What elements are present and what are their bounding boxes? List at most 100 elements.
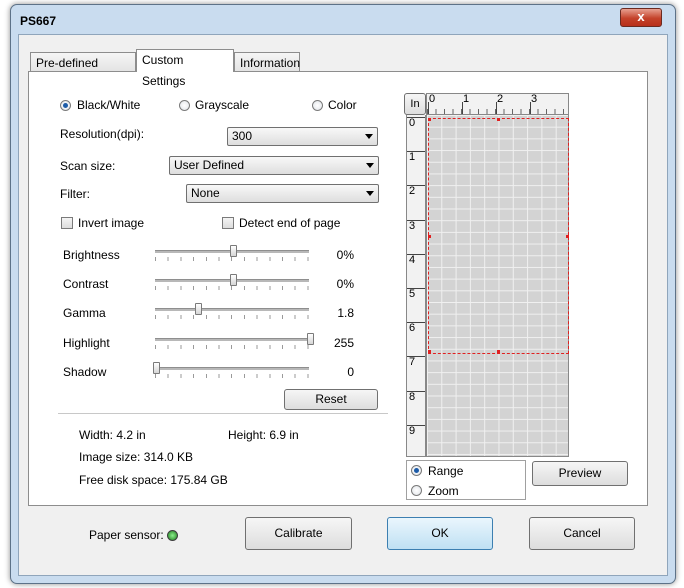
resolution-select[interactable]: 300 [227,127,378,146]
paper-sensor-label: Paper sensor: [89,528,164,542]
reset-button[interactable]: Reset [284,389,378,410]
ruler-h-minor-ticks [427,109,568,114]
brightness-slider-ticks [155,257,310,261]
shadow-slider-ticks [155,374,310,378]
ruler-v-major-tick [407,117,425,118]
ruler-v-label: 1 [409,151,416,164]
radio-color-label: Color [328,98,357,112]
gamma-value: 1.8 [337,306,354,320]
ruler-v-major-tick [407,219,425,221]
ruler-v-label: 8 [409,390,416,403]
ruler-v-label: 4 [409,253,416,266]
shadow-slider-thumb[interactable] [153,362,160,374]
brightness-slider-thumb[interactable] [230,245,237,257]
chevron-down-icon [365,134,373,139]
width-info: Width: 4.2 in [79,428,146,442]
radio-zoom[interactable] [411,485,422,496]
ok-button[interactable]: OK [387,517,493,550]
chevron-down-icon [366,163,374,168]
paper-sensor-indicator [167,530,178,541]
invert-image-label: Invert image [78,216,145,230]
calibrate-button-label: Calibrate [274,526,323,540]
scan-area-selection[interactable] [428,118,569,354]
shadow-slider-track[interactable] [155,367,309,370]
ruler-v-label: 0 [409,117,416,129]
contrast-label: Contrast [63,277,109,291]
separator [58,413,388,415]
selection-handle[interactable] [497,350,500,353]
ruler-h-label: 0 [429,93,436,105]
gamma-slider-ticks [155,315,310,319]
gamma-slider-track[interactable] [155,308,309,311]
resolution-value: 300 [232,129,253,143]
ruler-v-major-tick [407,253,425,255]
ruler-v-label: 5 [409,288,416,300]
detect-end-of-page-label: Detect end of page [239,216,341,230]
contrast-slider-ticks [155,286,310,290]
ruler-v-major-tick [407,322,425,324]
invert-image-checkbox[interactable] [61,217,73,229]
detect-end-of-page-checkbox[interactable] [222,217,234,229]
ruler-v-major-tick [407,185,425,187]
shadow-value: 0 [347,365,354,379]
radio-color[interactable] [312,100,323,111]
selection-handle[interactable] [497,118,500,121]
radio-range[interactable] [411,465,422,476]
ruler-v-label: 6 [409,322,416,335]
selection-handle[interactable] [428,350,431,353]
ruler-v-label: 7 [409,356,416,369]
unit-button[interactable]: In [404,93,426,115]
scan-size-label: Scan size: [60,159,116,173]
filter-select[interactable]: None [186,184,379,203]
selection-handle[interactable] [566,235,569,238]
free-disk-space-info: Free disk space: 175.84 GB [79,473,228,487]
reset-button-label: Reset [315,392,347,406]
calibrate-button[interactable]: Calibrate [245,517,352,550]
ruler-v-label: 2 [409,185,416,198]
gamma-label: Gamma [63,306,106,320]
preview-button[interactable]: Preview [532,461,628,486]
scan-size-value: User Defined [174,158,245,172]
brightness-label: Brightness [63,248,120,262]
ruler-v-major-tick [407,151,425,153]
radio-grayscale[interactable] [179,100,190,111]
highlight-slider-track[interactable] [155,338,309,341]
highlight-value: 255 [333,336,354,350]
radio-zoom-label: Zoom [428,484,459,498]
ruler-h-label: 3 [531,93,538,105]
mode-group [406,460,526,500]
unit-button-label: In [410,98,420,110]
vertical-ruler [406,115,426,457]
shadow-label: Shadow [63,365,107,379]
cancel-button-label: Cancel [563,526,601,540]
contrast-slider-thumb[interactable] [230,274,237,286]
cancel-button[interactable]: Cancel [529,517,635,550]
selection-handle[interactable] [428,235,431,238]
radio-black-white-label: Black/White [77,98,141,112]
height-info: Height: 6.9 in [228,428,299,442]
highlight-slider-ticks [155,345,310,349]
chevron-down-icon [366,191,374,196]
selection-handle[interactable] [428,118,431,121]
resolution-label: Resolution(dpi): [60,127,145,141]
ruler-v-major-tick [407,288,425,289]
ruler-h-label: 1 [463,93,470,105]
preview-button-label: Preview [558,466,602,480]
ruler-v-label: 3 [409,219,416,232]
ruler-v-major-tick [407,356,425,358]
radio-range-label: Range [428,464,464,478]
highlight-label: Highlight [63,336,110,350]
image-size-info: Image size: 314.0 KB [79,450,194,464]
filter-value: None [191,186,220,200]
ruler-v-label: 9 [409,424,416,437]
gamma-slider-thumb[interactable] [195,303,202,315]
ruler-h-label: 2 [497,93,504,105]
scan-size-select[interactable]: User Defined [169,156,379,175]
ok-button-label: OK [431,526,449,540]
ruler-v-major-tick [407,390,425,392]
radio-black-white[interactable] [60,100,71,111]
brightness-value: 0% [336,248,354,262]
filter-label: Filter: [60,187,90,201]
radio-grayscale-label: Grayscale [195,98,250,112]
contrast-value: 0% [336,277,354,291]
